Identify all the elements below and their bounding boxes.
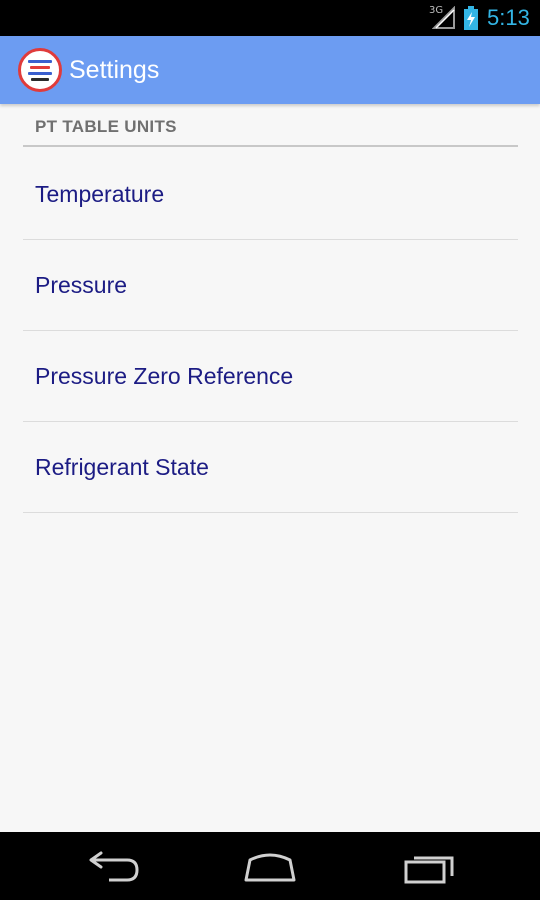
setting-label: Temperature: [35, 181, 165, 207]
setting-temperature[interactable]: Temperature: [0, 149, 540, 240]
list-divider: [23, 512, 518, 513]
battery-charging-icon: [464, 6, 478, 30]
settings-screen: 3G 5:13 Settings PT TABLE UNITS Temperat…: [0, 0, 540, 900]
status-clock: 5:13: [487, 5, 530, 30]
page-title: Settings: [69, 56, 160, 84]
section-header: PT TABLE UNITS: [35, 117, 177, 136]
navigation-bar: [0, 832, 540, 900]
signal-icon: [432, 6, 455, 29]
setting-label: Pressure Zero Reference: [35, 363, 294, 389]
setting-label: Refrigerant State: [35, 454, 209, 480]
setting-refrigerant-state[interactable]: Refrigerant State: [0, 422, 540, 513]
setting-pressure[interactable]: Pressure: [0, 240, 540, 331]
settings-list: Temperature Pressure Pressure Zero Refer…: [0, 149, 540, 513]
status-bar: 3G 5:13: [0, 0, 540, 36]
recent-apps-icon[interactable]: [400, 846, 460, 886]
app-logo-icon[interactable]: [18, 48, 62, 92]
home-icon[interactable]: [240, 846, 300, 886]
action-bar: Settings: [0, 36, 540, 104]
back-icon[interactable]: [83, 846, 143, 886]
section-divider: [23, 145, 518, 147]
setting-label: Pressure: [35, 272, 128, 298]
setting-pressure-zero-reference[interactable]: Pressure Zero Reference: [0, 331, 540, 422]
